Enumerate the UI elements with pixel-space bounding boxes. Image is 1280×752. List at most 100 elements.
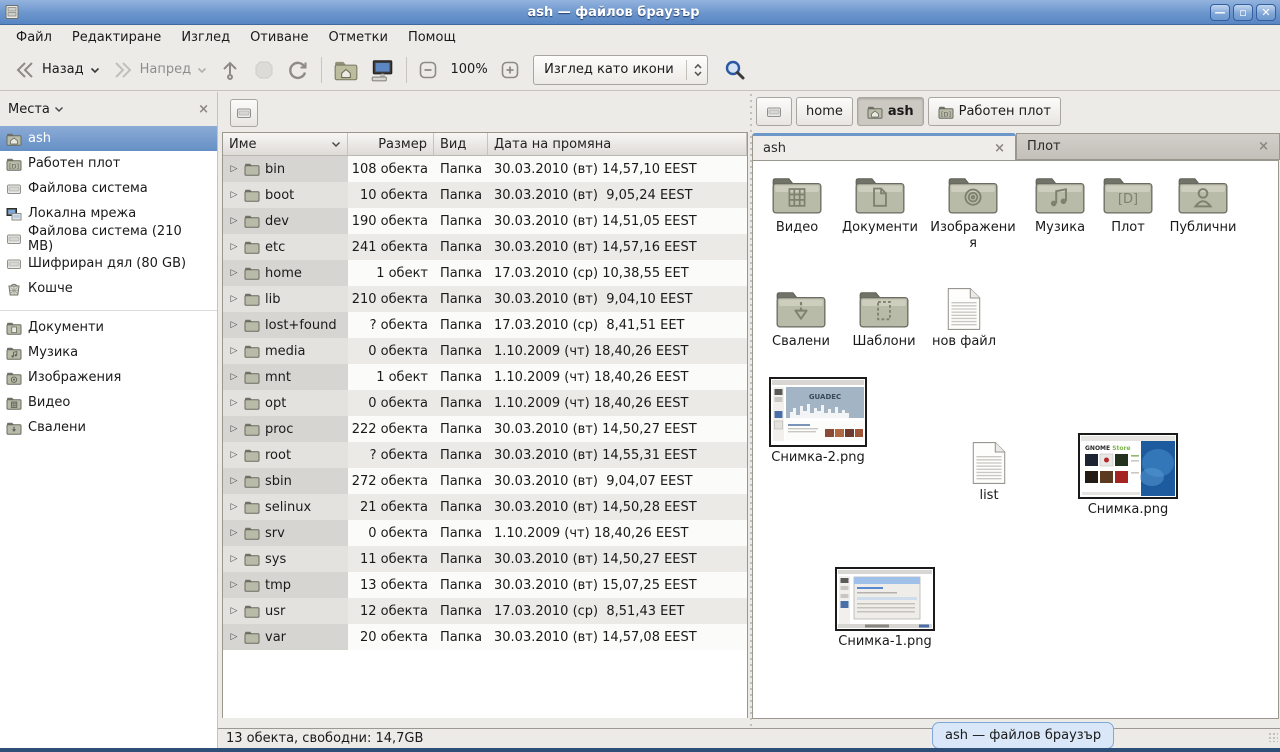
file-item-Плот[interactable]: [D]Плот — [1099, 173, 1157, 236]
places-dropdown-icon[interactable] — [54, 104, 64, 114]
breadcrumb-button-home[interactable]: home — [796, 97, 853, 126]
expander-icon[interactable]: ▷ — [229, 528, 239, 538]
sidebar-item-Файлова система[interactable]: Файлова система — [0, 176, 217, 201]
expander-icon[interactable]: ▷ — [229, 554, 239, 564]
expander-icon[interactable]: ▷ — [229, 372, 239, 382]
table-row-sbin[interactable]: ▷sbin272 обектаПапка30.03.2010 (вт) 9,04… — [223, 468, 747, 494]
expander-icon[interactable]: ▷ — [229, 424, 239, 434]
menu-item-Отметки[interactable]: Отметки — [318, 27, 397, 48]
expander-icon[interactable]: ▷ — [229, 164, 239, 174]
table-row-opt[interactable]: ▷opt0 обектаПапка1.10.2009 (чт) 18,40,26… — [223, 390, 747, 416]
sidebar-item-Работен плот[interactable]: [D]Работен плот — [0, 151, 217, 176]
tab-close-icon[interactable]: × — [1258, 139, 1269, 154]
table-row-root[interactable]: ▷root? обектаПапка30.03.2010 (вт) 14,55,… — [223, 442, 747, 468]
table-row-media[interactable]: ▷media0 обектаПапка1.10.2009 (чт) 18,40,… — [223, 338, 747, 364]
table-row-bin[interactable]: ▷bin108 обектаПапка30.03.2010 (вт) 14,57… — [223, 156, 747, 182]
tree-root-button[interactable] — [230, 99, 258, 127]
table-row-dev[interactable]: ▷dev190 обектаПапка30.03.2010 (вт) 14,51… — [223, 208, 747, 234]
up-button[interactable] — [213, 55, 247, 85]
file-item-Видео[interactable]: Видео — [765, 173, 829, 236]
back-dropdown-icon[interactable] — [89, 64, 101, 76]
expander-icon[interactable]: ▷ — [229, 450, 239, 460]
sidebar-close-icon[interactable]: × — [198, 102, 209, 117]
table-row-home[interactable]: ▷home1 обектПапка17.03.2010 (ср) 10,38,5… — [223, 260, 747, 286]
column-header-Размер[interactable]: Размер — [348, 133, 434, 155]
expander-icon[interactable]: ▷ — [229, 294, 239, 304]
close-button[interactable]: ✕ — [1256, 4, 1276, 21]
expander-icon[interactable]: ▷ — [229, 398, 239, 408]
expander-icon[interactable]: ▷ — [229, 346, 239, 356]
tab-Плот[interactable]: Плот× — [1016, 133, 1280, 160]
table-row-proc[interactable]: ▷proc222 обектаПапка30.03.2010 (вт) 14,5… — [223, 416, 747, 442]
sidebar-item-Локална мрежа[interactable]: Локална мрежа — [0, 201, 217, 226]
file-item-Музика[interactable]: Музика — [1025, 173, 1095, 236]
sidebar-item-ash[interactable]: ash — [0, 126, 217, 151]
zoom-in-button[interactable] — [495, 57, 525, 83]
file-item-Шаблони[interactable]: Шаблони — [847, 287, 921, 350]
stop-button[interactable] — [247, 55, 281, 85]
file-item-нов файл[interactable]: нов файл — [927, 287, 1001, 350]
icon-view[interactable]: ВидеоДокументиИзображенияМузика[D]ПлотПу… — [752, 160, 1279, 719]
table-row-etc[interactable]: ▷etc241 обектаПапка30.03.2010 (вт) 14,57… — [223, 234, 747, 260]
breadcrumb-button-ash[interactable]: ash — [857, 97, 924, 126]
expander-icon[interactable]: ▷ — [229, 190, 239, 200]
table-row-srv[interactable]: ▷srv0 обектаПапка1.10.2009 (чт) 18,40,26… — [223, 520, 747, 546]
table-row-var[interactable]: ▷var20 обектаПапка30.03.2010 (вт) 14,57,… — [223, 624, 747, 650]
menu-item-Изглед[interactable]: Изглед — [171, 27, 240, 48]
expander-icon[interactable]: ▷ — [229, 580, 239, 590]
table-row-lib[interactable]: ▷lib210 обектаПапка30.03.2010 (вт) 9,04,… — [223, 286, 747, 312]
sidebar-item-Изображения[interactable]: Изображения — [0, 365, 217, 390]
tab-close-icon[interactable]: × — [994, 141, 1005, 156]
view-mode-select[interactable]: Изглед като икони — [533, 55, 708, 85]
zoom-out-button[interactable] — [413, 57, 443, 83]
column-header-Име[interactable]: Име — [223, 133, 348, 155]
table-row-sys[interactable]: ▷sys11 обектаПапка30.03.2010 (вт) 14,50,… — [223, 546, 747, 572]
file-item-Снимка-2.png[interactable]: GUADECСнимка-2.png — [767, 377, 869, 466]
expander-icon[interactable]: ▷ — [229, 320, 239, 330]
file-item-list[interactable]: list — [963, 441, 1015, 504]
sidebar-item-Файлова система (210 MB)[interactable]: Файлова система (210 MB) — [0, 226, 217, 251]
table-row-usr[interactable]: ▷usr12 обектаПапка17.03.2010 (ср) 8,51,4… — [223, 598, 747, 624]
menu-item-Помощ[interactable]: Помощ — [398, 27, 466, 48]
file-item-Снимка.png[interactable]: GNOME StoreСнимка.png — [1075, 433, 1181, 518]
breadcrumb-button-root[interactable] — [756, 97, 792, 126]
search-button[interactable] — [718, 55, 752, 85]
expander-icon[interactable]: ▷ — [229, 606, 239, 616]
sidebar-item-Документи[interactable]: Документи — [0, 315, 217, 340]
column-header-Вид[interactable]: Вид — [434, 133, 488, 155]
sidebar-item-Музика[interactable]: Музика — [0, 340, 217, 365]
column-header-Дата на промяна[interactable]: Дата на промяна — [488, 133, 747, 155]
expander-icon[interactable]: ▷ — [229, 476, 239, 486]
table-row-lost+found[interactable]: ▷lost+found? обектаПапка17.03.2010 (ср) … — [223, 312, 747, 338]
forward-button[interactable]: Напред — [106, 55, 213, 85]
sidebar-item-Кошче[interactable]: Кошче — [0, 276, 217, 301]
file-item-Публични[interactable]: Публични — [1161, 173, 1245, 236]
tab-ash[interactable]: ash× — [752, 133, 1016, 160]
file-item-Изображения[interactable]: Изображения — [929, 173, 1017, 253]
menu-item-Редактиране[interactable]: Редактиране — [62, 27, 171, 48]
sidebar-item-Шифриран дял (80 GB)[interactable]: Шифриран дял (80 GB) — [0, 251, 217, 276]
menu-item-Отиване[interactable]: Отиване — [240, 27, 318, 48]
expander-icon[interactable]: ▷ — [229, 216, 239, 226]
expander-icon[interactable]: ▷ — [229, 242, 239, 252]
table-row-mnt[interactable]: ▷mnt1 обектПапка1.10.2009 (чт) 18,40,26 … — [223, 364, 747, 390]
sidebar-item-Свалени[interactable]: Свалени — [0, 415, 217, 440]
places-title[interactable]: Места — [8, 102, 50, 117]
computer-button[interactable] — [364, 54, 400, 86]
file-item-Документи[interactable]: Документи — [833, 173, 927, 236]
expander-icon[interactable]: ▷ — [229, 268, 239, 278]
table-row-selinux[interactable]: ▷selinux21 обектаПапка30.03.2010 (вт) 14… — [223, 494, 747, 520]
resize-grip[interactable] — [1268, 732, 1278, 742]
file-item-Снимка-1.png[interactable]: Снимка-1.png — [833, 567, 937, 650]
back-button[interactable]: Назад — [8, 55, 106, 85]
sidebar-item-Видео[interactable]: Видео — [0, 390, 217, 415]
expander-icon[interactable]: ▷ — [229, 502, 239, 512]
expander-icon[interactable]: ▷ — [229, 632, 239, 642]
reload-button[interactable] — [281, 55, 315, 85]
table-row-boot[interactable]: ▷boot10 обектаПапка30.03.2010 (вт) 9,05,… — [223, 182, 747, 208]
menu-item-Файл[interactable]: Файл — [6, 27, 62, 48]
maximize-button[interactable]: ▫ — [1233, 4, 1253, 21]
breadcrumb-button-Работен плот[interactable]: [D]Работен плот — [928, 97, 1061, 126]
home-button[interactable] — [328, 54, 364, 86]
file-item-Свалени[interactable]: Свалени — [767, 287, 835, 350]
